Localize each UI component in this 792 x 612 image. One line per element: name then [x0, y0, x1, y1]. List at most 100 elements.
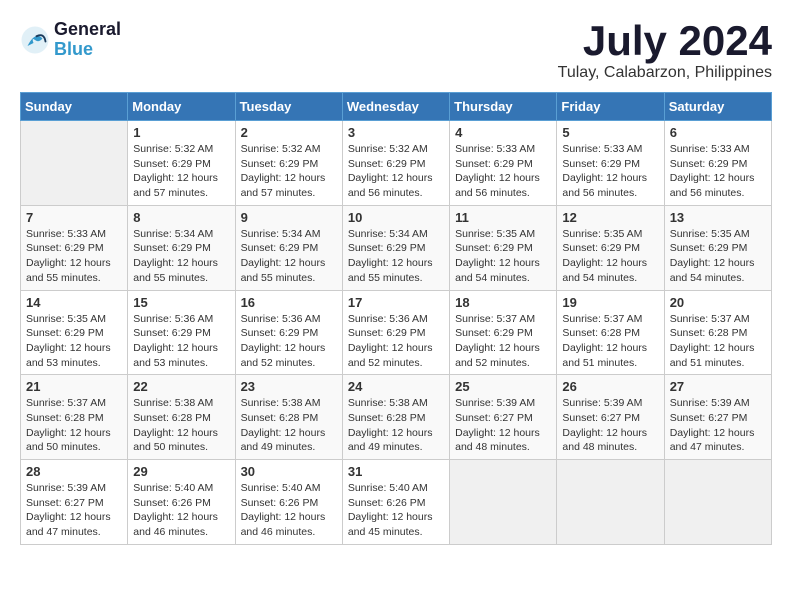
- calendar-week-5: 28 Sunrise: 5:39 AM Sunset: 6:27 PM Dayl…: [21, 460, 772, 545]
- sunrise: Sunrise: 5:35 AM: [455, 228, 535, 240]
- day-number: 26: [562, 379, 658, 394]
- sunrise: Sunrise: 5:38 AM: [348, 397, 428, 409]
- calendar-week-2: 7 Sunrise: 5:33 AM Sunset: 6:29 PM Dayli…: [21, 205, 772, 290]
- calendar-cell: 18 Sunrise: 5:37 AM Sunset: 6:29 PM Dayl…: [450, 290, 557, 375]
- daylight: Daylight: 12 hours and 48 minutes.: [455, 427, 540, 454]
- sunrise: Sunrise: 5:38 AM: [241, 397, 321, 409]
- daylight: Daylight: 12 hours and 50 minutes.: [133, 427, 218, 454]
- sunset: Sunset: 6:29 PM: [348, 327, 426, 339]
- calendar-cell: 6 Sunrise: 5:33 AM Sunset: 6:29 PM Dayli…: [664, 121, 771, 206]
- calendar-cell: 17 Sunrise: 5:36 AM Sunset: 6:29 PM Dayl…: [342, 290, 449, 375]
- calendar-cell: 1 Sunrise: 5:32 AM Sunset: 6:29 PM Dayli…: [128, 121, 235, 206]
- day-info: Sunrise: 5:40 AM Sunset: 6:26 PM Dayligh…: [133, 481, 229, 540]
- calendar-cell: 16 Sunrise: 5:36 AM Sunset: 6:29 PM Dayl…: [235, 290, 342, 375]
- sunrise: Sunrise: 5:40 AM: [348, 482, 428, 494]
- sunrise: Sunrise: 5:34 AM: [133, 228, 213, 240]
- sunrise: Sunrise: 5:32 AM: [348, 143, 428, 155]
- day-number: 25: [455, 379, 551, 394]
- day-number: 30: [241, 464, 337, 479]
- sunrise: Sunrise: 5:38 AM: [133, 397, 213, 409]
- daylight: Daylight: 12 hours and 53 minutes.: [133, 342, 218, 369]
- sunset: Sunset: 6:29 PM: [455, 327, 533, 339]
- daylight: Daylight: 12 hours and 57 minutes.: [133, 172, 218, 199]
- day-info: Sunrise: 5:38 AM Sunset: 6:28 PM Dayligh…: [133, 396, 229, 455]
- calendar-week-3: 14 Sunrise: 5:35 AM Sunset: 6:29 PM Dayl…: [21, 290, 772, 375]
- calendar-cell: 3 Sunrise: 5:32 AM Sunset: 6:29 PM Dayli…: [342, 121, 449, 206]
- day-info: Sunrise: 5:39 AM Sunset: 6:27 PM Dayligh…: [670, 396, 766, 455]
- day-info: Sunrise: 5:32 AM Sunset: 6:29 PM Dayligh…: [241, 142, 337, 201]
- day-info: Sunrise: 5:35 AM Sunset: 6:29 PM Dayligh…: [455, 227, 551, 286]
- day-number: 24: [348, 379, 444, 394]
- sunrise: Sunrise: 5:32 AM: [241, 143, 321, 155]
- day-number: 6: [670, 125, 766, 140]
- daylight: Daylight: 12 hours and 49 minutes.: [241, 427, 326, 454]
- day-number: 10: [348, 210, 444, 225]
- calendar-cell: 4 Sunrise: 5:33 AM Sunset: 6:29 PM Dayli…: [450, 121, 557, 206]
- calendar-cell: [557, 460, 664, 545]
- weekday-header-saturday: Saturday: [664, 93, 771, 121]
- day-number: 21: [26, 379, 122, 394]
- day-info: Sunrise: 5:37 AM Sunset: 6:28 PM Dayligh…: [670, 312, 766, 371]
- sunset: Sunset: 6:27 PM: [455, 412, 533, 424]
- day-number: 8: [133, 210, 229, 225]
- sunset: Sunset: 6:29 PM: [348, 242, 426, 254]
- sunrise: Sunrise: 5:35 AM: [562, 228, 642, 240]
- daylight: Daylight: 12 hours and 52 minutes.: [241, 342, 326, 369]
- sunrise: Sunrise: 5:37 AM: [455, 313, 535, 325]
- calendar-cell: 29 Sunrise: 5:40 AM Sunset: 6:26 PM Dayl…: [128, 460, 235, 545]
- day-number: 19: [562, 295, 658, 310]
- weekday-header-friday: Friday: [557, 93, 664, 121]
- day-info: Sunrise: 5:37 AM Sunset: 6:28 PM Dayligh…: [562, 312, 658, 371]
- daylight: Daylight: 12 hours and 47 minutes.: [670, 427, 755, 454]
- day-number: 27: [670, 379, 766, 394]
- day-info: Sunrise: 5:36 AM Sunset: 6:29 PM Dayligh…: [133, 312, 229, 371]
- day-info: Sunrise: 5:39 AM Sunset: 6:27 PM Dayligh…: [562, 396, 658, 455]
- sunrise: Sunrise: 5:40 AM: [133, 482, 213, 494]
- logo-icon: [20, 25, 50, 55]
- day-info: Sunrise: 5:33 AM Sunset: 6:29 PM Dayligh…: [26, 227, 122, 286]
- daylight: Daylight: 12 hours and 56 minutes.: [348, 172, 433, 199]
- day-number: 7: [26, 210, 122, 225]
- calendar-week-4: 21 Sunrise: 5:37 AM Sunset: 6:28 PM Dayl…: [21, 375, 772, 460]
- calendar-table: SundayMondayTuesdayWednesdayThursdayFrid…: [20, 92, 772, 545]
- day-info: Sunrise: 5:40 AM Sunset: 6:26 PM Dayligh…: [348, 481, 444, 540]
- sunset: Sunset: 6:27 PM: [562, 412, 640, 424]
- sunset: Sunset: 6:29 PM: [455, 242, 533, 254]
- day-info: Sunrise: 5:38 AM Sunset: 6:28 PM Dayligh…: [348, 396, 444, 455]
- daylight: Daylight: 12 hours and 55 minutes.: [241, 257, 326, 284]
- daylight: Daylight: 12 hours and 51 minutes.: [670, 342, 755, 369]
- day-number: 3: [348, 125, 444, 140]
- day-number: 13: [670, 210, 766, 225]
- sunset: Sunset: 6:28 PM: [241, 412, 319, 424]
- weekday-header-thursday: Thursday: [450, 93, 557, 121]
- daylight: Daylight: 12 hours and 54 minutes.: [562, 257, 647, 284]
- sunrise: Sunrise: 5:40 AM: [241, 482, 321, 494]
- sunset: Sunset: 6:26 PM: [133, 497, 211, 509]
- sunset: Sunset: 6:29 PM: [241, 242, 319, 254]
- daylight: Daylight: 12 hours and 51 minutes.: [562, 342, 647, 369]
- sunset: Sunset: 6:29 PM: [133, 158, 211, 170]
- calendar-cell: [450, 460, 557, 545]
- daylight: Daylight: 12 hours and 52 minutes.: [348, 342, 433, 369]
- daylight: Daylight: 12 hours and 48 minutes.: [562, 427, 647, 454]
- sunset: Sunset: 6:28 PM: [133, 412, 211, 424]
- sunrise: Sunrise: 5:36 AM: [133, 313, 213, 325]
- daylight: Daylight: 12 hours and 55 minutes.: [133, 257, 218, 284]
- sunrise: Sunrise: 5:34 AM: [348, 228, 428, 240]
- calendar-cell: 28 Sunrise: 5:39 AM Sunset: 6:27 PM Dayl…: [21, 460, 128, 545]
- day-info: Sunrise: 5:37 AM Sunset: 6:29 PM Dayligh…: [455, 312, 551, 371]
- calendar-cell: 8 Sunrise: 5:34 AM Sunset: 6:29 PM Dayli…: [128, 205, 235, 290]
- weekday-header-tuesday: Tuesday: [235, 93, 342, 121]
- calendar-week-1: 1 Sunrise: 5:32 AM Sunset: 6:29 PM Dayli…: [21, 121, 772, 206]
- day-number: 9: [241, 210, 337, 225]
- calendar-cell: 22 Sunrise: 5:38 AM Sunset: 6:28 PM Dayl…: [128, 375, 235, 460]
- page-header: GeneralBlue July 2024 Tulay, Calabarzon,…: [20, 20, 772, 82]
- day-number: 4: [455, 125, 551, 140]
- day-info: Sunrise: 5:37 AM Sunset: 6:28 PM Dayligh…: [26, 396, 122, 455]
- daylight: Daylight: 12 hours and 50 minutes.: [26, 427, 111, 454]
- sunset: Sunset: 6:28 PM: [670, 327, 748, 339]
- sunrise: Sunrise: 5:33 AM: [26, 228, 106, 240]
- calendar-cell: [21, 121, 128, 206]
- day-number: 23: [241, 379, 337, 394]
- location-title: Tulay, Calabarzon, Philippines: [558, 64, 772, 82]
